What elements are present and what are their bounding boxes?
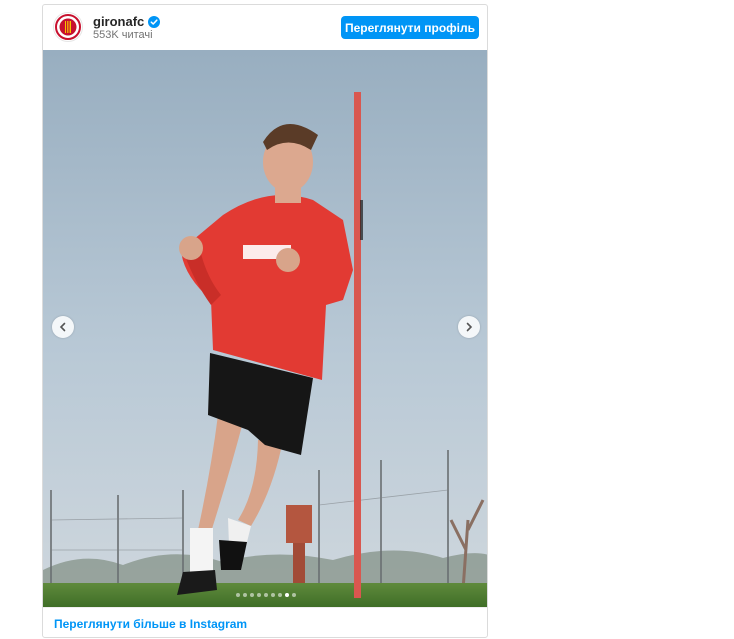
follower-count: 553K читачі: [93, 29, 153, 41]
profile-avatar[interactable]: [53, 12, 83, 42]
post-photo: [43, 50, 487, 607]
instagram-embed: gironafc 553K читачі Переглянути профіль: [42, 4, 488, 638]
embed-footer: Переглянути більше в Instagram: [43, 607, 487, 637]
embed-header: gironafc 553K читачі Переглянути профіль: [43, 5, 487, 50]
next-slide-button[interactable]: [458, 316, 480, 338]
carousel-dot: [257, 593, 261, 597]
chevron-right-icon: [466, 322, 473, 332]
post-media[interactable]: [43, 50, 487, 607]
carousel-dot: [264, 593, 268, 597]
girona-logo-icon: [55, 14, 81, 40]
username[interactable]: gironafc: [93, 14, 144, 29]
verified-badge-icon: [148, 15, 161, 28]
carousel-dot: [271, 593, 275, 597]
username-row: gironafc: [93, 14, 161, 29]
carousel-dot: [236, 593, 240, 597]
carousel-dot: [285, 593, 289, 597]
carousel-dot: [292, 593, 296, 597]
chevron-left-icon: [59, 322, 66, 332]
carousel-dot: [243, 593, 247, 597]
carousel-dot: [278, 593, 282, 597]
previous-slide-button[interactable]: [52, 316, 74, 338]
view-profile-button[interactable]: Переглянути профіль: [341, 16, 479, 39]
carousel-dot: [250, 593, 254, 597]
carousel-indicator: [43, 593, 487, 597]
view-more-on-instagram-link[interactable]: Переглянути більше в Instagram: [54, 617, 247, 631]
